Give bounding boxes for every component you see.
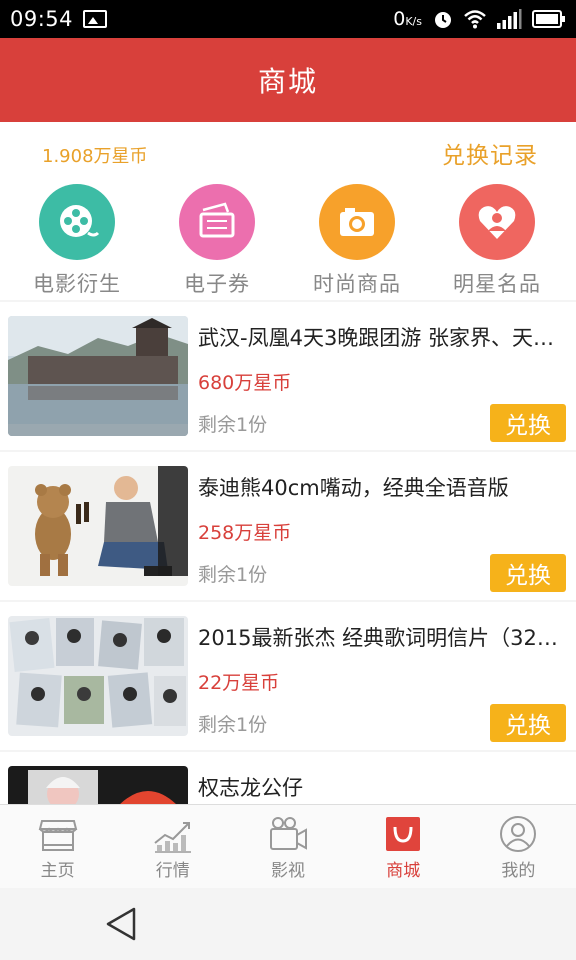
product-stock: 剩余1份 <box>198 714 268 736</box>
product-price: 22万星币 <box>198 672 280 694</box>
gallery-notification-icon <box>83 10 108 28</box>
star-coin-balance: 1.908万星币 <box>42 146 148 167</box>
alarm-icon <box>435 12 451 28</box>
tab-label: 商城 <box>386 861 421 881</box>
product-stock: 剩余1份 <box>198 414 268 436</box>
product-price: 680万星币 <box>198 372 292 394</box>
product-name: 权志龙公仔 <box>198 776 303 800</box>
tab-home[interactable]: 主页 <box>0 805 115 888</box>
tab-label: 行情 <box>155 861 190 881</box>
store-icon <box>38 820 77 851</box>
tab-market[interactable]: 行情 <box>115 805 230 888</box>
shopping-bag-icon <box>386 817 421 851</box>
category-movie-merch[interactable]: 电影衍生 <box>17 184 137 298</box>
wifi-icon <box>464 10 486 29</box>
video-camera-icon <box>270 817 307 850</box>
camera-icon <box>319 184 395 260</box>
product-item[interactable]: 2015最新张杰 经典歌词明信片（32张） 22万星币 剩余1份 兑换 <box>0 602 576 750</box>
category-e-voucher[interactable]: 电子券 <box>157 184 277 298</box>
product-price: 258万星币 <box>198 522 292 544</box>
tab-label: 我的 <box>501 861 536 881</box>
product-name: 2015最新张杰 经典歌词明信片（32张） <box>198 626 564 650</box>
tab-video[interactable]: 影视 <box>230 805 345 888</box>
status-bar: 09:54 0K/s <box>0 0 576 38</box>
exchange-button[interactable]: 兑换 <box>490 554 566 592</box>
category-label: 明星名品 <box>453 272 541 296</box>
system-nav-bar <box>0 888 576 960</box>
category-label: 电影衍生 <box>33 272 121 296</box>
teddy-bear-photo <box>8 466 188 586</box>
bottom-tab-bar: 主页 行情 影视 商城 我的 <box>0 804 576 888</box>
postcards-photo <box>8 616 188 736</box>
tab-mall[interactable]: 商城 <box>346 805 461 888</box>
product-name: 武汉-凤凰4天3晚跟团游 张家界、天门山 <box>198 326 564 350</box>
exchange-history-link[interactable]: 兑换记录 <box>442 136 538 170</box>
status-icons: 0K/s <box>393 8 566 30</box>
user-icon <box>500 816 537 852</box>
tab-label: 主页 <box>40 861 75 881</box>
product-item[interactable]: 泰迪熊40cm嘴动，经典全语音版 258万星币 剩余1份 兑换 <box>0 452 576 600</box>
category-fashion-goods[interactable]: 时尚商品 <box>297 184 417 298</box>
category-grid: 电影衍生 电子券 时尚商品 明星名品 <box>0 178 576 300</box>
status-time: 09:54 <box>10 7 74 31</box>
heart-person-icon <box>459 184 535 260</box>
landscape-photo <box>8 316 188 436</box>
page-title: 商城 <box>257 65 318 98</box>
product-stock: 剩余1份 <box>198 564 268 586</box>
network-speed: 0K/s <box>393 8 422 30</box>
signal-icon <box>497 9 522 29</box>
app-header: 商城 <box>0 38 576 122</box>
product-list: 武汉-凤凰4天3晚跟团游 张家界、天门山 680万星币 剩余1份 兑换 泰迪熊4… <box>0 302 576 804</box>
battery-icon <box>532 10 565 28</box>
exchange-button[interactable]: 兑换 <box>490 404 566 442</box>
category-label: 时尚商品 <box>313 272 401 296</box>
tab-profile[interactable]: 我的 <box>461 805 576 888</box>
ticket-icon <box>179 184 255 260</box>
trend-chart-icon <box>154 822 191 853</box>
exchange-button[interactable]: 兑换 <box>490 704 566 742</box>
film-reel-icon <box>39 184 115 260</box>
product-item[interactable]: 武汉-凤凰4天3晚跟团游 张家界、天门山 680万星币 剩余1份 兑换 <box>0 302 576 450</box>
category-star-items[interactable]: 明星名品 <box>437 184 557 298</box>
account-bar: 1.908万星币 兑换记录 <box>0 122 576 178</box>
doll-photo <box>8 766 188 804</box>
category-label: 电子券 <box>184 272 250 296</box>
back-icon[interactable] <box>104 906 138 942</box>
product-item[interactable]: 权志龙公仔 <box>0 752 576 804</box>
tab-label: 影视 <box>271 861 305 881</box>
product-name: 泰迪熊40cm嘴动，经典全语音版 <box>198 476 509 500</box>
